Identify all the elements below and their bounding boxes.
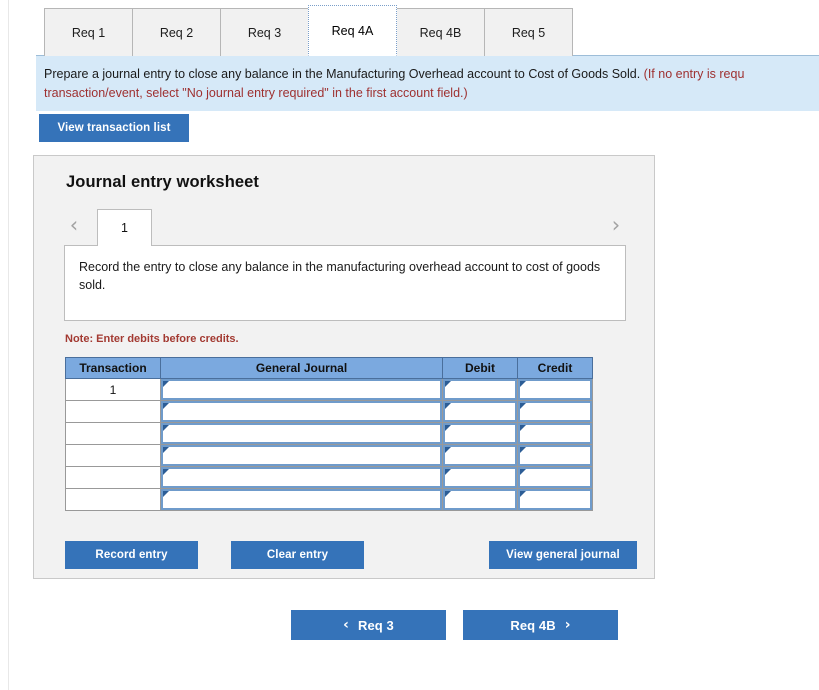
tab-label: Req 5 — [511, 25, 546, 40]
tab-req-5[interactable]: Req 5 — [484, 8, 573, 56]
chevron-left-icon: ‹ — [343, 617, 349, 633]
general-journal-cell[interactable] — [160, 444, 443, 467]
credit-input[interactable] — [518, 379, 592, 400]
debit-input[interactable] — [443, 401, 517, 422]
credit-input[interactable] — [518, 467, 592, 488]
content-root: Req 1 Req 2 Req 3 Req 4A Req 4B Req 5 Pr… — [8, 0, 819, 690]
account-select-field[interactable] — [161, 423, 442, 444]
debit-input[interactable] — [443, 467, 517, 488]
view-general-journal-button[interactable]: View general journal — [489, 541, 637, 569]
next-requirement-button[interactable]: Req 4B › — [463, 610, 618, 640]
debit-cell[interactable] — [442, 444, 518, 467]
column-header-credit: Credit — [517, 357, 593, 379]
transaction-number-cell — [65, 400, 161, 423]
instruction-main-text: Prepare a journal entry to close any bal… — [44, 67, 644, 81]
debit-cell[interactable] — [442, 466, 518, 489]
credit-input[interactable] — [518, 401, 592, 422]
credit-cell[interactable] — [517, 422, 593, 445]
credit-cell[interactable] — [517, 400, 593, 423]
journal-entry-worksheet-panel: Journal entry worksheet ‹ 1 › Record the… — [33, 155, 655, 579]
entry-description-box: Record the entry to close any balance in… — [64, 245, 626, 321]
requirement-tabs: Req 1 Req 2 Req 3 Req 4A Req 4B Req 5 — [44, 4, 573, 56]
transaction-number-cell: 1 — [65, 378, 161, 401]
tab-req-1[interactable]: Req 1 — [44, 8, 133, 56]
view-transaction-list-button[interactable]: View transaction list — [39, 114, 189, 142]
general-journal-cell[interactable] — [160, 400, 443, 423]
journal-entry-table: Transaction General Journal Debit Credit… — [65, 357, 593, 511]
account-select-field[interactable] — [161, 467, 442, 488]
account-select-field[interactable] — [161, 379, 442, 400]
transaction-number-cell — [65, 466, 161, 489]
table-row — [65, 400, 593, 423]
tab-label: Req 4B — [419, 25, 462, 40]
credit-input[interactable] — [518, 445, 592, 466]
worksheet-page-number: 1 — [121, 221, 128, 235]
credit-cell[interactable] — [517, 378, 593, 401]
tab-label: Req 1 — [71, 25, 106, 40]
instruction-banner: Prepare a journal entry to close any bal… — [36, 55, 819, 111]
transaction-number-cell — [65, 488, 161, 511]
tab-req-3[interactable]: Req 3 — [220, 8, 309, 56]
debit-cell[interactable] — [442, 488, 518, 511]
tab-label: Req 2 — [159, 25, 194, 40]
tab-label: Req 4A — [331, 23, 374, 38]
chevron-right-icon: › — [564, 617, 571, 633]
debit-input[interactable] — [443, 423, 517, 444]
debit-input[interactable] — [443, 379, 517, 400]
credit-cell[interactable] — [517, 466, 593, 489]
column-header-general-journal: General Journal — [160, 357, 443, 379]
worksheet-title: Journal entry worksheet — [66, 173, 260, 191]
credit-cell[interactable] — [517, 488, 593, 511]
account-select-field[interactable] — [161, 401, 442, 422]
general-journal-cell[interactable] — [160, 422, 443, 445]
debit-cell[interactable] — [442, 422, 518, 445]
transaction-number-cell — [65, 422, 161, 445]
general-journal-cell[interactable] — [160, 466, 443, 489]
tab-req-2[interactable]: Req 2 — [132, 8, 221, 56]
general-journal-cell[interactable] — [160, 378, 443, 401]
debit-input[interactable] — [443, 445, 517, 466]
tab-label: Req 3 — [247, 25, 282, 40]
instruction-hint-text-part2: transaction/event, select "No journal en… — [44, 86, 468, 100]
worksheet-page-tab-1[interactable]: 1 — [97, 209, 152, 246]
debits-before-credits-note: Note: Enter debits before credits. — [65, 333, 239, 345]
column-header-debit: Debit — [442, 357, 518, 379]
tab-req-4b[interactable]: Req 4B — [396, 8, 485, 56]
instruction-hint-text-part1: (If no entry is requ — [643, 67, 745, 81]
table-row: 1 — [65, 378, 593, 401]
debit-cell[interactable] — [442, 400, 518, 423]
record-entry-button[interactable]: Record entry — [65, 541, 198, 569]
credit-input[interactable] — [518, 423, 592, 444]
transaction-number-cell — [65, 444, 161, 467]
worksheet-pager: ‹ 1 › — [64, 206, 626, 246]
chevron-right-icon[interactable]: › — [606, 212, 626, 238]
table-row — [65, 488, 593, 511]
debit-input[interactable] — [443, 489, 517, 510]
column-header-transaction: Transaction — [65, 357, 161, 379]
chevron-left-icon[interactable]: ‹ — [64, 212, 84, 238]
table-row — [65, 466, 593, 489]
previous-requirement-button[interactable]: ‹ Req 3 — [291, 610, 446, 640]
tab-req-4a[interactable]: Req 4A — [308, 5, 397, 56]
table-row — [65, 444, 593, 467]
previous-requirement-label: Req 3 — [357, 617, 394, 633]
entry-description-text: Record the entry to close any balance in… — [79, 260, 601, 292]
clear-entry-button[interactable]: Clear entry — [231, 541, 364, 569]
instruction-line-1: Prepare a journal entry to close any bal… — [44, 65, 816, 84]
account-select-field[interactable] — [161, 445, 442, 466]
table-header-row: Transaction General Journal Debit Credit — [65, 357, 593, 379]
next-requirement-label: Req 4B — [510, 617, 556, 633]
general-journal-cell[interactable] — [160, 488, 443, 511]
account-select-field[interactable] — [161, 489, 442, 510]
credit-input[interactable] — [518, 489, 592, 510]
credit-cell[interactable] — [517, 444, 593, 467]
table-row — [65, 422, 593, 445]
debit-cell[interactable] — [442, 378, 518, 401]
